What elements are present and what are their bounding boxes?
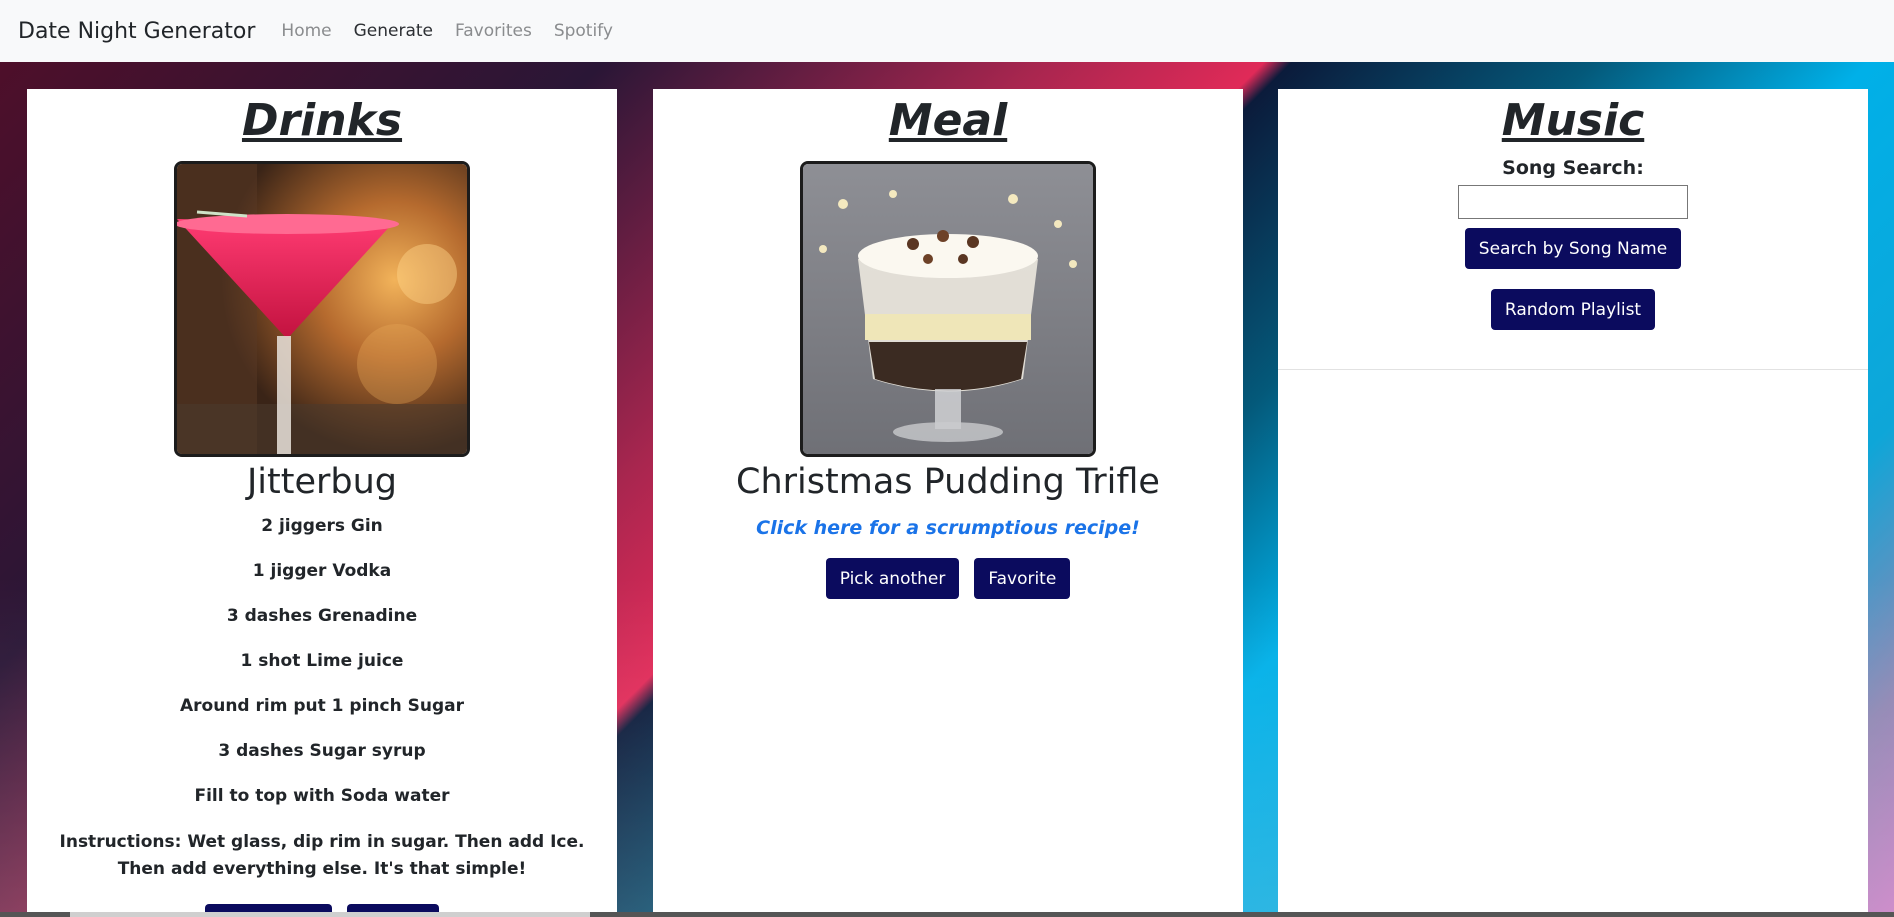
trifle-photo: [800, 161, 1096, 457]
pick-another-button[interactable]: Pick another: [825, 558, 960, 599]
ingredient-item: 1 shot Lime juice: [240, 651, 404, 671]
song-search-label: Song Search:: [1502, 157, 1644, 179]
drinks-title: Drinks: [241, 95, 403, 146]
scrollbar-thumb[interactable]: [70, 912, 590, 917]
ingredient-item: 3 dashes Grenadine: [226, 606, 418, 626]
brand-title[interactable]: Date Night Generator: [18, 19, 255, 44]
nav-link-generate[interactable]: Generate: [354, 21, 433, 41]
meal-name: Christmas Pudding Trifle: [736, 462, 1160, 502]
nav-link-spotify[interactable]: Spotify: [554, 21, 613, 41]
ingredient-item: 2 jiggers Gin: [261, 516, 383, 536]
drinks-card: Drinks Jitterbug 2 jiggers Gin 1 jigger …: [27, 89, 617, 917]
page-background: Drinks Jitterbug 2 jiggers Gin 1 jigger …: [0, 62, 1894, 917]
favorite-button[interactable]: Favorite: [974, 558, 1071, 599]
trifle-photo-graphic: [803, 164, 1093, 454]
cocktail-photo-graphic: [177, 164, 467, 454]
drink-name: Jitterbug: [246, 462, 398, 502]
ingredient-item: 1 jigger Vodka: [252, 561, 392, 581]
search-by-song-button[interactable]: Search by Song Name: [1464, 228, 1682, 269]
recipe-link[interactable]: Click here for a scrumptious recipe!: [653, 510, 1243, 546]
meal-title: Meal: [888, 95, 1008, 146]
meal-button-row: Pick another Favorite: [653, 558, 1243, 599]
music-divider: [1278, 369, 1868, 370]
random-button-wrap: Random Playlist: [1278, 289, 1868, 330]
nav-link-home[interactable]: Home: [281, 21, 331, 41]
random-playlist-button[interactable]: Random Playlist: [1490, 289, 1656, 330]
cocktail-photo: [174, 161, 470, 457]
navbar: Date Night Generator Home Generate Favor…: [0, 0, 1894, 62]
nav-link-favorites[interactable]: Favorites: [455, 21, 532, 41]
search-button-wrap: Search by Song Name: [1278, 228, 1868, 269]
ingredient-item: 3 dashes Sugar syrup: [218, 741, 426, 761]
drink-instructions: Instructions: Wet glass, dip rim in suga…: [59, 832, 585, 879]
song-search-input[interactable]: [1458, 185, 1688, 219]
music-card: Music Song Search: Search by Song Name R…: [1278, 89, 1868, 917]
music-title: Music: [1501, 95, 1645, 146]
ingredient-item: Around rim put 1 pinch Sugar: [180, 696, 464, 716]
meal-card: Meal Christmas Pudding Trifle Click here…: [653, 89, 1243, 917]
ingredient-item: Fill to top with Soda water: [194, 786, 450, 806]
